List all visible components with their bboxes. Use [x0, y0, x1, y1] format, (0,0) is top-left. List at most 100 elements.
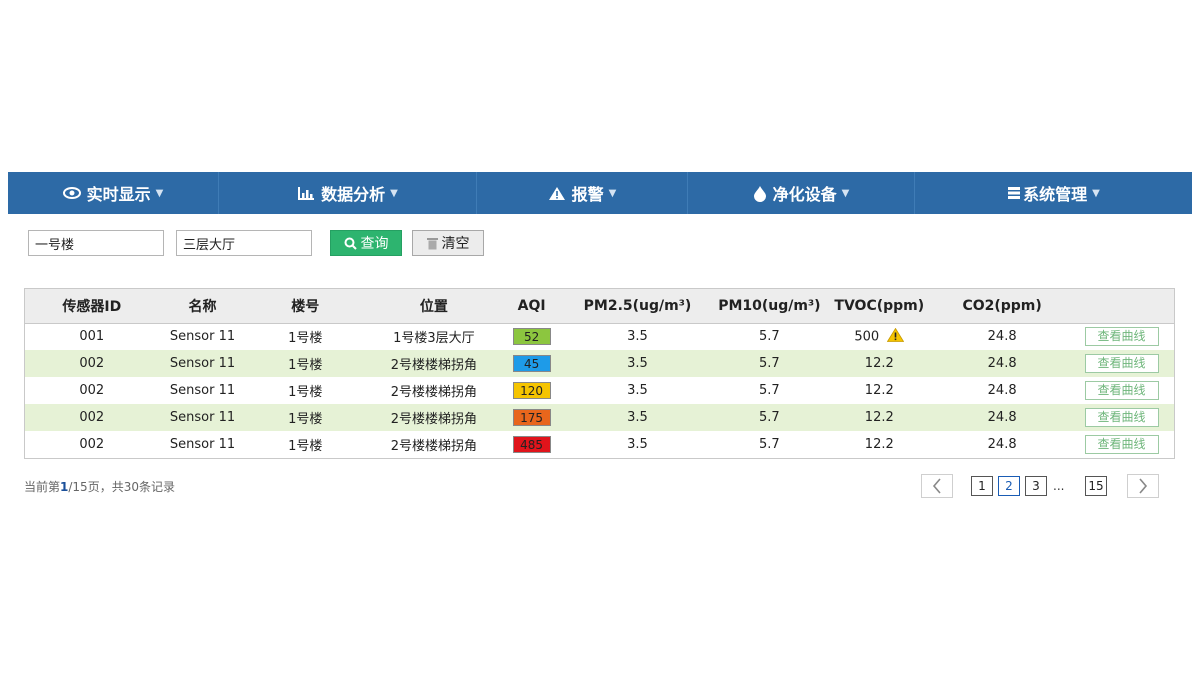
- header-action: [1069, 289, 1174, 324]
- nav-analysis-label: 数据分析: [321, 185, 386, 204]
- status-prefix: 当前第: [24, 480, 61, 494]
- chevron-down-icon: ▼: [390, 187, 398, 199]
- cell-pm25: 3.5: [627, 329, 648, 345]
- header-sensor-id: 传感器ID: [25, 289, 159, 324]
- cell-pm25: 3.5: [627, 437, 648, 452]
- pagination: 1 2 3 ... 15: [921, 474, 1159, 498]
- nav-alarm-label: 报警: [571, 185, 604, 204]
- chevron-down-icon: ▼: [608, 187, 617, 199]
- view-curve-button[interactable]: 查看曲线: [1084, 354, 1159, 373]
- cell-aqi: 45: [504, 350, 560, 377]
- page: 实时显示 ▼ 数据分析 ▼ 报警 ▼ 净化设备 ▼ 系统管理 ▼ 一号楼 三层大…: [0, 0, 1200, 676]
- chevron-down-icon: ▼: [1092, 187, 1100, 199]
- tvoc-value: 500: [854, 329, 880, 345]
- aqi-badge: 175: [512, 409, 551, 426]
- search-button-label: 查询: [360, 236, 389, 252]
- cell-tvoc: 12.2: [864, 437, 894, 452]
- cell-tvoc: 12.2: [864, 356, 894, 371]
- nav-purifier[interactable]: 净化设备 ▼: [688, 172, 915, 214]
- cell-action: 查看曲线: [1069, 404, 1174, 431]
- cell-pm10: 5.7: [759, 356, 780, 371]
- cell-building: 1号楼: [288, 358, 323, 373]
- page-2-button[interactable]: 2: [998, 476, 1020, 496]
- cell-pm10: 5.7: [759, 437, 780, 452]
- location-input[interactable]: [176, 230, 312, 256]
- aqi-badge: 45: [512, 355, 551, 372]
- aqi-badge: 120: [512, 382, 551, 399]
- cell-action: 查看曲线: [1069, 350, 1174, 377]
- cell-action: 查看曲线: [1069, 431, 1174, 458]
- nav-analysis[interactable]: 数据分析 ▼: [219, 172, 477, 214]
- status-suffix: /15页，共30条记录: [68, 480, 175, 494]
- pagination-status: 当前第1/15页，共30条记录: [24, 478, 175, 495]
- cell-pm10: 5.7: [759, 383, 780, 398]
- nav-purifier-label: 净化设备: [772, 185, 837, 204]
- view-curve-button[interactable]: 查看曲线: [1084, 327, 1159, 347]
- chevron-down-icon: ▼: [155, 187, 164, 199]
- cell-name: Sensor 11: [169, 356, 236, 371]
- header-pm10: PM10(ug/m³): [715, 289, 824, 324]
- cell-pm25: 3.5: [627, 410, 648, 425]
- cell-sensor-id: 002: [79, 437, 105, 452]
- nav-realtime[interactable]: 实时显示 ▼: [8, 172, 219, 214]
- table-row: 002 Sensor 11 1号楼 2号楼楼梯拐角 175 3.5 5.7 12…: [25, 404, 1174, 431]
- header-location: 位置: [364, 289, 504, 324]
- cell-aqi: 52: [504, 323, 560, 350]
- cell-co2: 24.8: [987, 437, 1017, 452]
- cell-tvoc: 500: [823, 323, 935, 350]
- cell-name: Sensor 11: [169, 383, 236, 398]
- search-icon: [344, 237, 357, 250]
- aqi-badge: 52: [512, 328, 551, 346]
- cell-name: Sensor 11: [169, 410, 236, 425]
- prev-page-button[interactable]: [921, 474, 953, 498]
- chevron-left-icon: [932, 478, 941, 494]
- cell-location: 2号楼楼梯拐角: [390, 412, 477, 427]
- cell-name: Sensor 11: [169, 437, 236, 452]
- cell-building: 1号楼: [288, 412, 323, 427]
- view-curve-button[interactable]: 查看曲线: [1084, 435, 1159, 454]
- cell-tvoc: 12.2: [864, 410, 894, 425]
- clear-button-label: 清空: [441, 236, 470, 252]
- cell-building: 1号楼: [288, 439, 323, 454]
- page-last-button[interactable]: 15: [1085, 476, 1107, 496]
- filter-bar: 查询 清空: [28, 230, 484, 256]
- cell-aqi: 175: [504, 404, 560, 431]
- cell-aqi: 485: [504, 431, 560, 458]
- bar-chart-icon: [297, 186, 315, 201]
- cell-sensor-id: 002: [79, 410, 105, 425]
- cell-pm10: 5.7: [759, 329, 780, 345]
- cell-name: Sensor 11: [169, 329, 236, 345]
- next-page-button[interactable]: [1127, 474, 1159, 498]
- page-ellipsis: ...: [1053, 479, 1065, 493]
- header-name: 名称: [158, 289, 247, 324]
- table-row: 002 Sensor 11 1号楼 2号楼楼梯拐角 485 3.5 5.7 12…: [25, 431, 1174, 458]
- trash-icon: [426, 237, 438, 250]
- page-3-button[interactable]: 3: [1025, 476, 1047, 496]
- cell-pm10: 5.7: [759, 410, 780, 425]
- nav-alarm[interactable]: 报警 ▼: [477, 172, 688, 214]
- nav-realtime-label: 实时显示: [86, 185, 151, 204]
- cell-tvoc: 12.2: [864, 383, 894, 398]
- cell-sensor-id: 002: [79, 356, 105, 371]
- cell-aqi: 120: [504, 377, 560, 404]
- clear-button[interactable]: 清空: [412, 230, 484, 256]
- cell-action: 查看曲线: [1069, 377, 1174, 404]
- cell-pm25: 3.5: [627, 383, 648, 398]
- building-input[interactable]: [28, 230, 164, 256]
- page-1-button[interactable]: 1: [971, 476, 993, 496]
- cell-location: 1号楼3层大厅: [393, 331, 475, 347]
- cell-location: 2号楼楼梯拐角: [390, 439, 477, 454]
- view-curve-button[interactable]: 查看曲线: [1084, 381, 1159, 400]
- nav-system[interactable]: 系统管理 ▼: [915, 172, 1192, 214]
- aqi-badge: 485: [512, 436, 551, 453]
- cell-building: 1号楼: [288, 331, 323, 347]
- sensor-table: 传感器ID 名称 楼号 位置 AQI PM2.5(ug/m³) PM10(ug/…: [24, 288, 1175, 459]
- table-row: 002 Sensor 11 1号楼 2号楼楼梯拐角 45 3.5 5.7 12.…: [25, 350, 1174, 377]
- chevron-down-icon: ▼: [841, 187, 850, 199]
- warning-icon: [548, 186, 566, 201]
- view-curve-button[interactable]: 查看曲线: [1084, 408, 1159, 427]
- search-button[interactable]: 查询: [330, 230, 402, 256]
- cell-sensor-id: 002: [79, 383, 105, 398]
- header-building: 楼号: [246, 289, 365, 324]
- cell-sensor-id: 001: [79, 329, 105, 345]
